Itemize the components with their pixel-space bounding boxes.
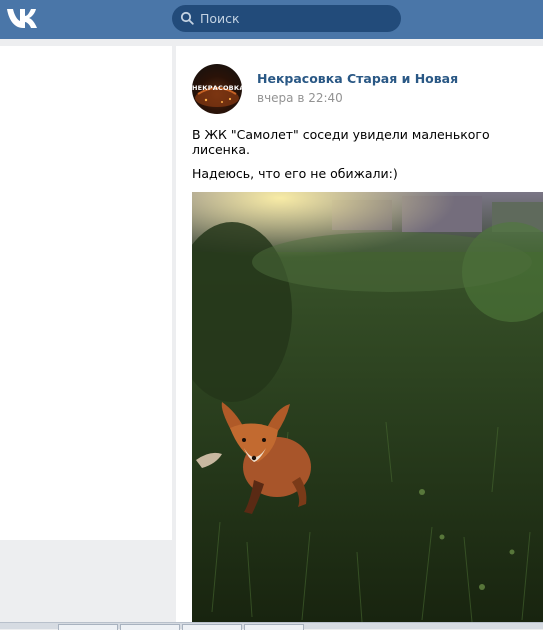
avatar[interactable]: НЕКРАСОВКА <box>192 64 242 114</box>
left-panel <box>0 46 172 540</box>
taskbar-item-4[interactable] <box>244 624 304 630</box>
taskbar-item-1[interactable] <box>58 624 118 630</box>
top-bar: Поиск <box>0 0 543 39</box>
post-text-line-2: Надеюсь, что его не обижали:) <box>192 166 398 181</box>
post-photo[interactable] <box>192 192 543 622</box>
post-card: НЕКРАСОВКА Некрасовка Старая и Новая вче… <box>176 46 543 622</box>
post-text-line-1: В ЖК "Самолет" соседи увидели маленького… <box>192 127 490 157</box>
search-placeholder: Поиск <box>200 11 240 26</box>
post-author-link[interactable]: Некрасовка Старая и Новая <box>257 71 458 86</box>
avatar-label: НЕКРАСОВКА <box>192 84 242 92</box>
left-panel-footer <box>0 540 172 622</box>
search-input[interactable]: Поиск <box>172 5 401 32</box>
post-time[interactable]: вчера в 22:40 <box>257 91 343 105</box>
search-icon <box>180 11 194 25</box>
vk-logo-icon[interactable] <box>6 6 42 32</box>
taskbar-item-2[interactable] <box>120 624 180 630</box>
fox-photo-image <box>192 192 543 622</box>
taskbar-item-3[interactable] <box>182 624 242 630</box>
